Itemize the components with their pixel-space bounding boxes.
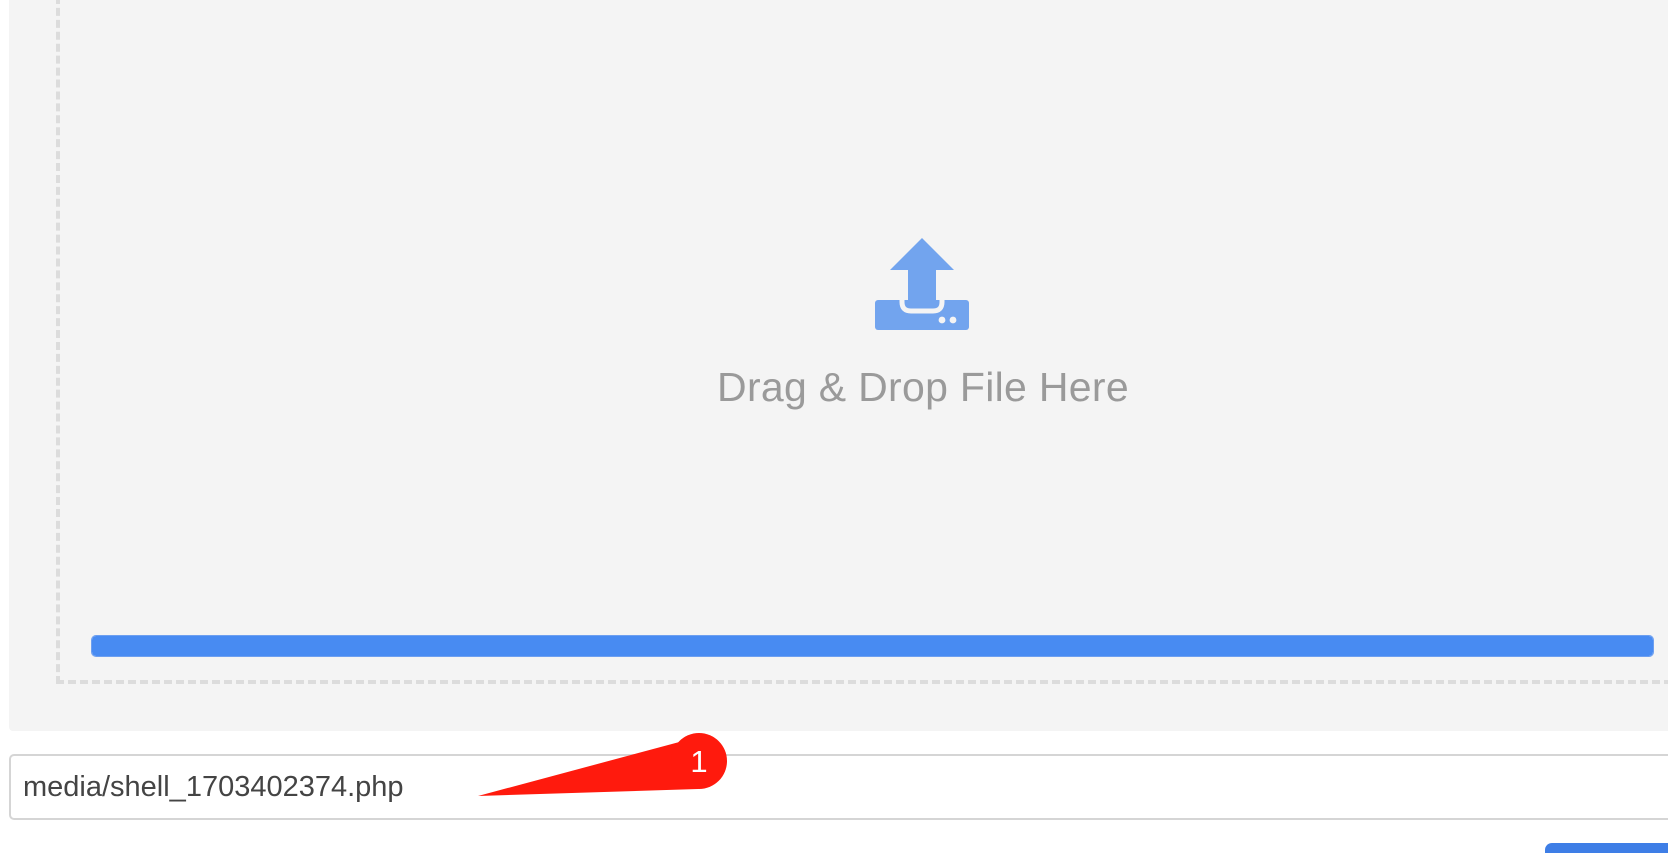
file-path-input[interactable] [9,754,1668,820]
upload-panel: Drag & Drop File Here [9,0,1668,731]
upload-page: Drag & Drop File Here 1 [0,0,1668,853]
drop-zone[interactable]: Drag & Drop File Here [56,0,1668,684]
upload-progress-bar [91,635,1654,657]
annotation-number: 1 [690,744,708,779]
upload-icon [875,238,969,330]
upload-progress-fill [92,636,1653,656]
submit-button[interactable] [1545,843,1668,853]
drop-label: Drag & Drop File Here [717,364,1129,410]
